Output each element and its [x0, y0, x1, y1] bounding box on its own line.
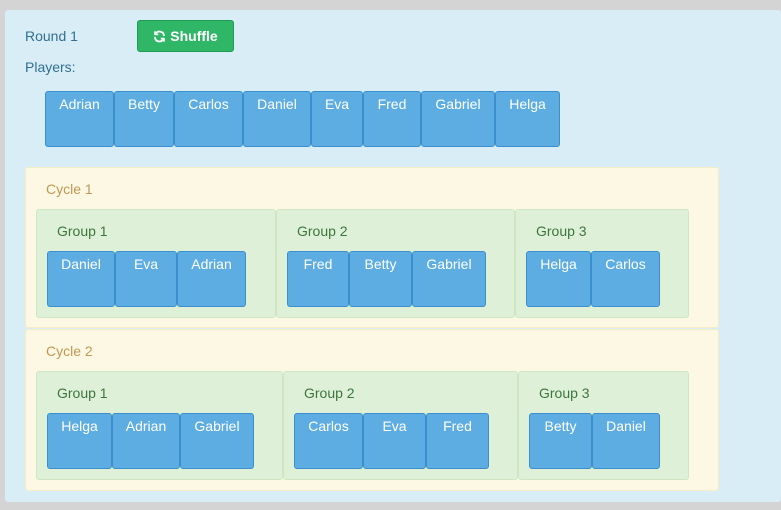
member-chip[interactable]: Fred — [426, 413, 489, 469]
player-chip[interactable]: Carlos — [174, 91, 243, 147]
member-chip[interactable]: Gabriel — [412, 251, 486, 307]
cycle-title: Cycle 2 — [46, 343, 93, 359]
player-chip[interactable]: Gabriel — [421, 91, 495, 147]
player-chip[interactable]: Eva — [311, 91, 363, 147]
group-title: Group 1 — [57, 385, 108, 401]
member-chip[interactable]: Eva — [115, 251, 177, 307]
player-chip[interactable]: Adrian — [45, 91, 114, 147]
member-chip[interactable]: Fred — [287, 251, 349, 307]
player-chip[interactable]: Helga — [495, 91, 560, 147]
players-label: Players: — [25, 59, 76, 75]
group-title: Group 2 — [304, 385, 355, 401]
member-chip[interactable]: Helga — [526, 251, 591, 307]
group-title: Group 1 — [57, 223, 108, 239]
member-chip[interactable]: Helga — [47, 413, 112, 469]
shuffle-label: Shuffle — [170, 28, 218, 44]
member-chip[interactable]: Carlos — [294, 413, 363, 469]
member-chip[interactable]: Gabriel — [180, 413, 254, 469]
member-chip[interactable]: Adrian — [112, 413, 180, 469]
round-label: Round 1 — [25, 28, 78, 44]
group-title: Group 2 — [297, 223, 348, 239]
member-chip[interactable]: Daniel — [592, 413, 660, 469]
member-chip[interactable]: Betty — [529, 413, 592, 469]
player-chip[interactable]: Fred — [363, 91, 421, 147]
member-chip[interactable]: Carlos — [591, 251, 660, 307]
member-chip[interactable]: Eva — [363, 413, 426, 469]
member-chip[interactable]: Daniel — [47, 251, 115, 307]
group-title: Group 3 — [536, 223, 587, 239]
member-chip[interactable]: Adrian — [177, 251, 246, 307]
cycle-title: Cycle 1 — [46, 181, 93, 197]
player-chip[interactable]: Betty — [114, 91, 174, 147]
player-chip[interactable]: Daniel — [243, 91, 311, 147]
shuffle-button[interactable]: Shuffle — [137, 20, 234, 52]
refresh-icon — [154, 30, 166, 42]
member-chip[interactable]: Betty — [349, 251, 412, 307]
group-title: Group 3 — [539, 385, 590, 401]
